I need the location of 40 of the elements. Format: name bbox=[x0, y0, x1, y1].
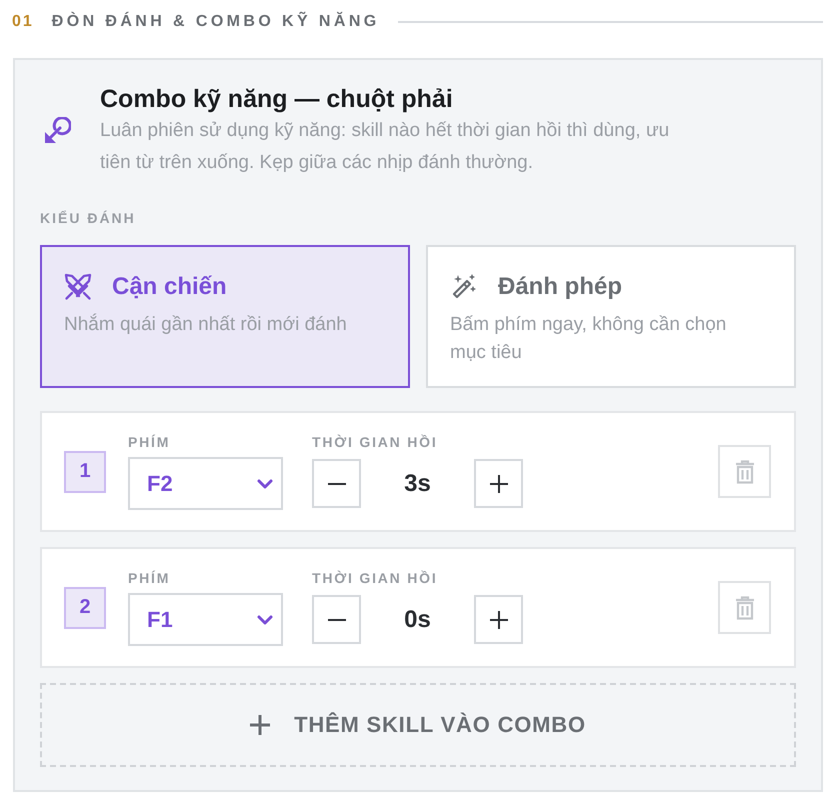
increase-button[interactable] bbox=[474, 459, 523, 508]
skill-number: 1 bbox=[64, 450, 106, 492]
cooldown-value: 3s bbox=[403, 470, 432, 498]
mode-title: Đánh phép bbox=[498, 273, 622, 301]
section-title: ĐÒN ĐÁNH & COMBO KỸ NĂNG bbox=[52, 13, 380, 31]
delete-button[interactable] bbox=[718, 581, 771, 634]
key-label: PHÍM bbox=[128, 433, 172, 451]
cooldown-value: 0s bbox=[403, 606, 432, 634]
skill-number: 2 bbox=[64, 586, 106, 628]
mode-card[interactable]: Cận chiến Nhắm quái gần nhất rồi mới đánh bbox=[40, 245, 410, 388]
plus-icon bbox=[250, 715, 270, 735]
cooldown-label: THỜI GIAN HỒI bbox=[312, 433, 439, 451]
panel-description: Luân phiên sử dụng kỹ năng: skill nào hết thời gian hồi thì dùng, ưu tiên từ trên xuống. Kẹp giữa các nhịp đánh thường. bbox=[100, 119, 670, 175]
magic-wand-icon bbox=[450, 273, 478, 301]
mode-description: Bấm phím ngay, không cần chọn mục tiêu bbox=[450, 313, 728, 365]
trash-icon bbox=[734, 460, 754, 484]
key-label: PHÍM bbox=[128, 569, 172, 587]
delete-button[interactable] bbox=[718, 445, 771, 498]
plus-icon bbox=[490, 474, 508, 492]
section-number: 01 bbox=[12, 13, 34, 31]
mode-description: Nhắm quái gần nhất rồi mới đánh bbox=[64, 312, 348, 337]
decrease-button[interactable] bbox=[312, 459, 361, 508]
plus-icon bbox=[490, 610, 508, 628]
panel-title: Combo kỹ năng — chuột phải bbox=[100, 84, 454, 115]
cooldown-label: THỜI GIAN HỒI bbox=[312, 569, 439, 587]
arrow-icon bbox=[43, 117, 71, 145]
minus-icon bbox=[328, 618, 346, 620]
chevron-down-icon bbox=[257, 478, 273, 488]
trash-icon bbox=[734, 596, 754, 620]
mode-title: Cận chiến bbox=[112, 273, 227, 301]
add-skill-button[interactable]: THÊM SKILL VÀO COMBO bbox=[40, 683, 796, 767]
chevron-down-icon bbox=[257, 614, 273, 624]
key-select[interactable]: F2 bbox=[128, 457, 283, 510]
mode-label: KIỂU ĐÁNH bbox=[40, 209, 137, 228]
increase-button[interactable] bbox=[474, 595, 523, 644]
minus-icon bbox=[328, 482, 346, 484]
crossed-swords-icon bbox=[64, 273, 92, 301]
decrease-button[interactable] bbox=[312, 595, 361, 644]
mode-card[interactable]: Đánh phép Bấm phím ngay, không cần chọn mục tiêu bbox=[426, 245, 796, 388]
key-select[interactable]: F1 bbox=[128, 593, 283, 646]
